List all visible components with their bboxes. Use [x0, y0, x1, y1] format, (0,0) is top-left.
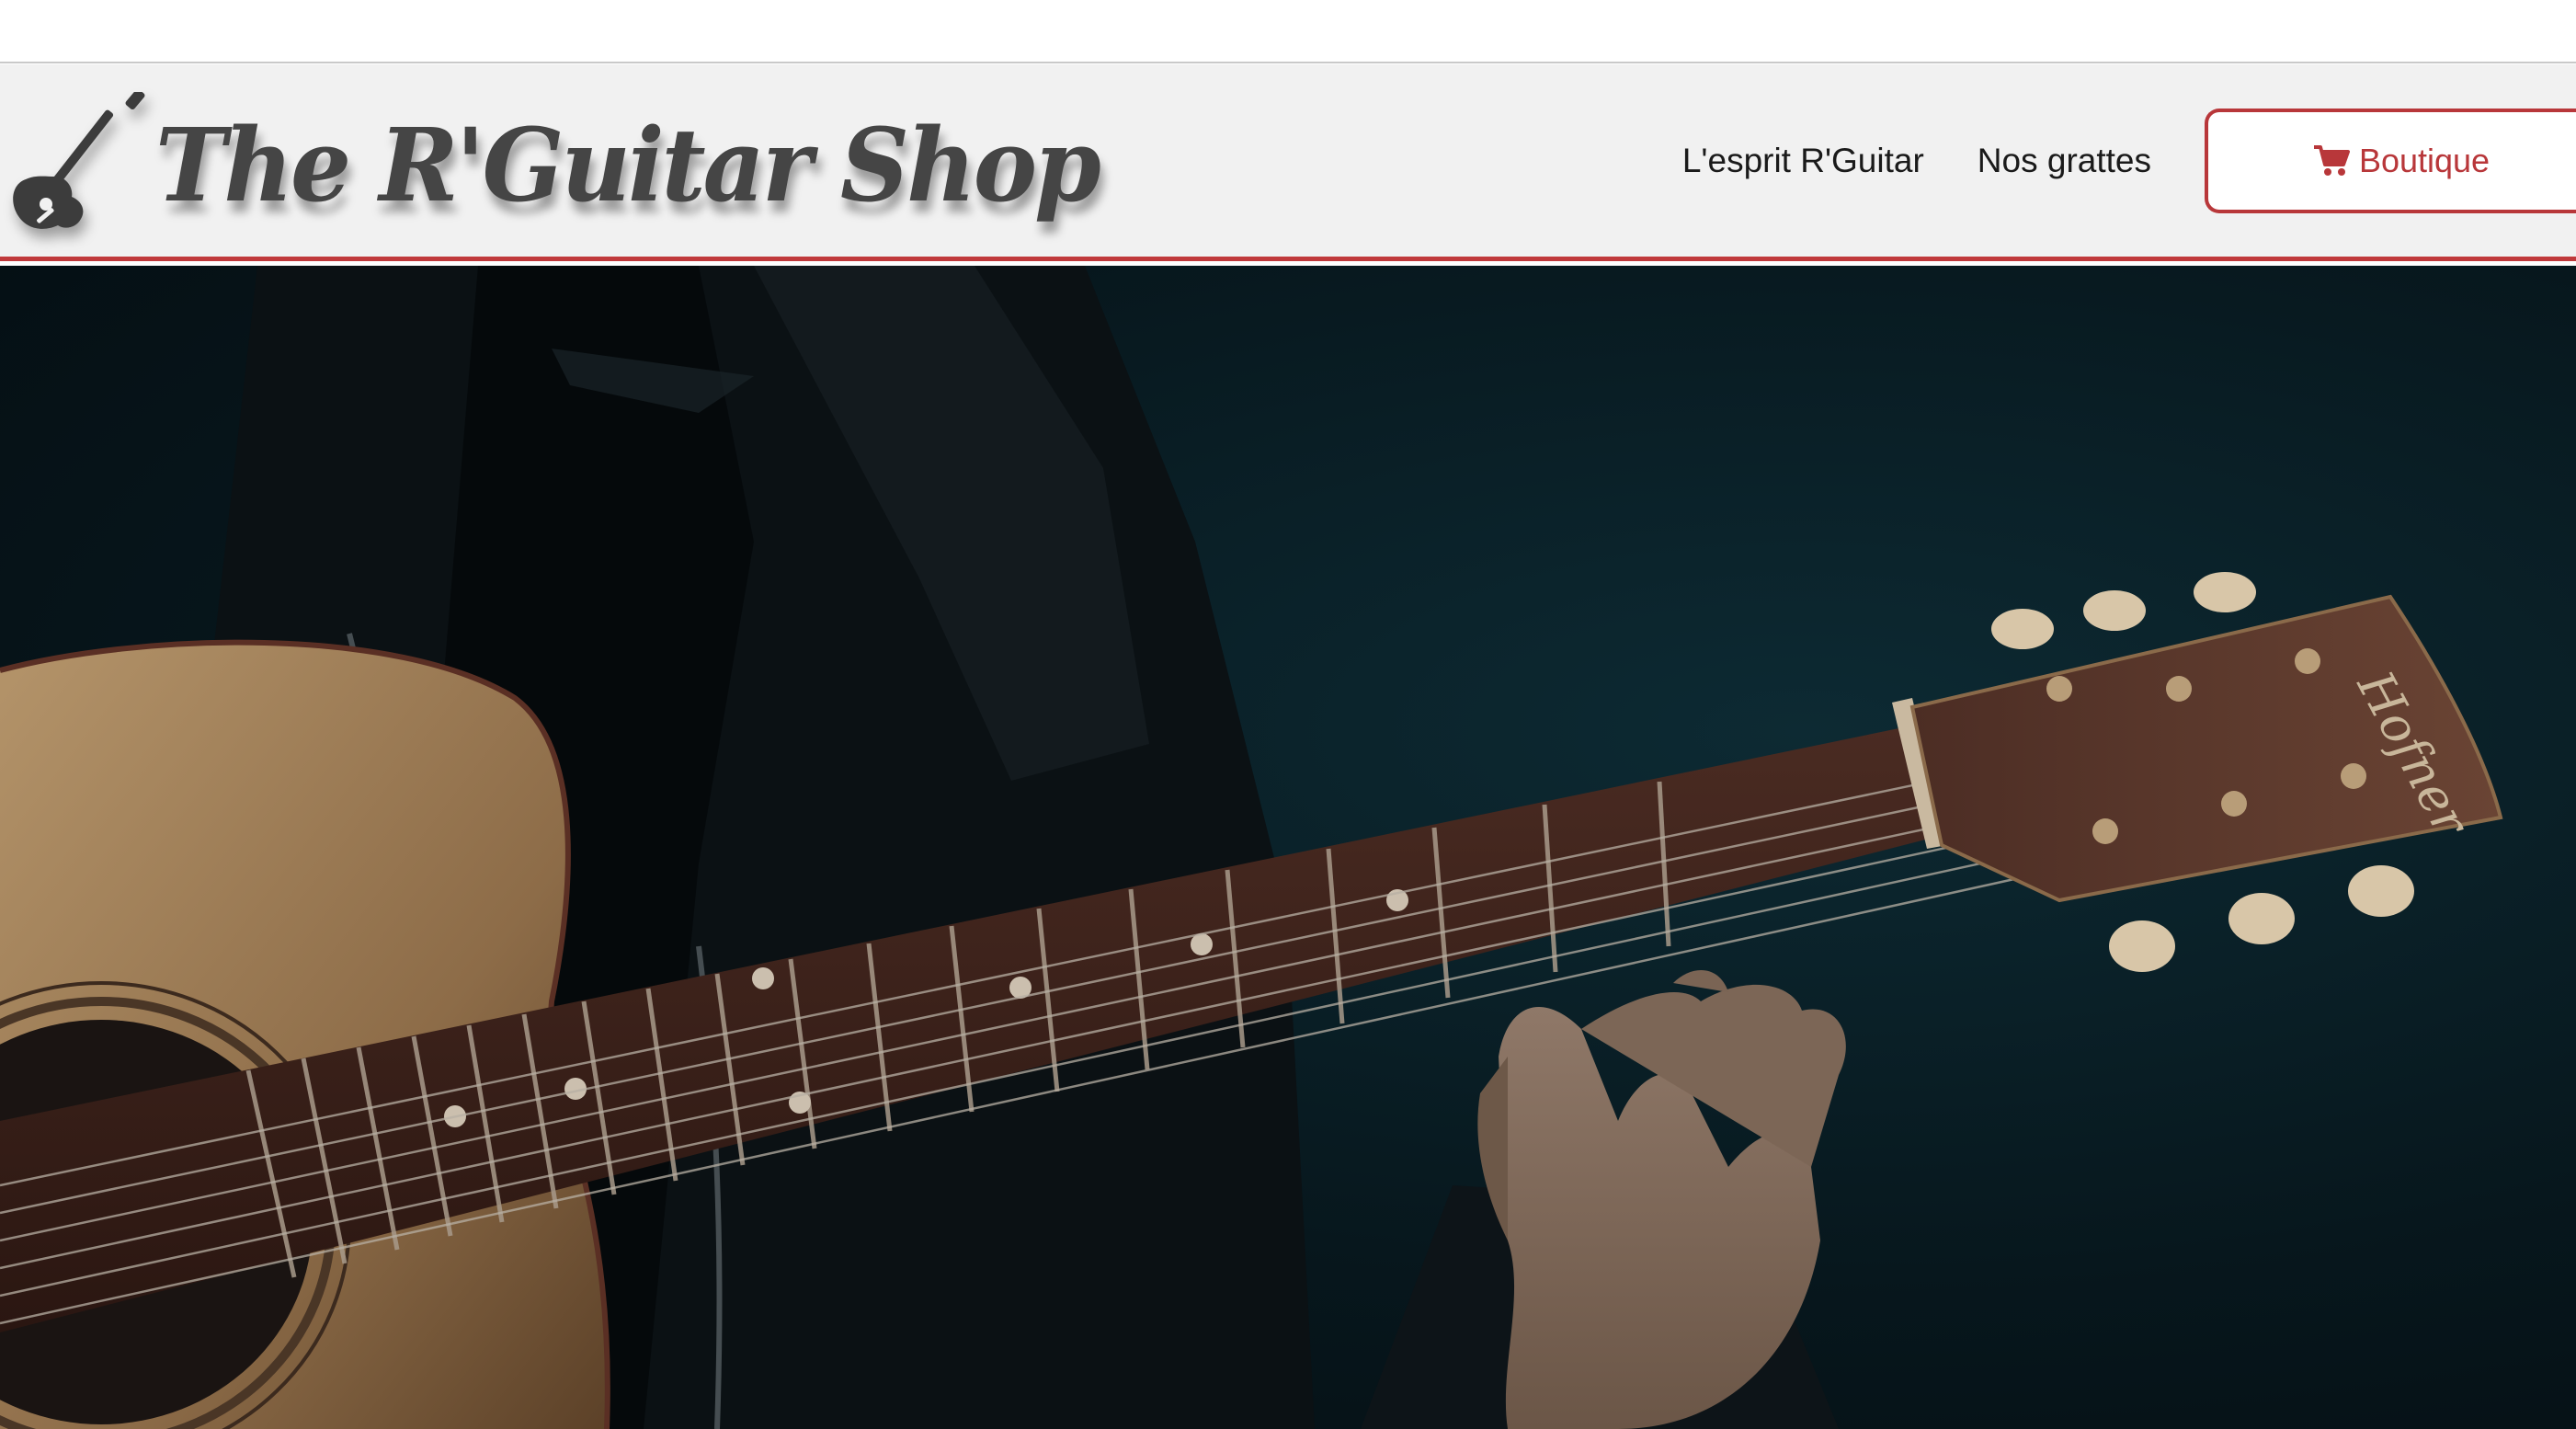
- site-title: The R'Guitar Shop: [155, 105, 1101, 225]
- hero-image: Hofner: [0, 266, 2503, 1429]
- nav-link-esprit[interactable]: L'esprit R'Guitar: [1682, 142, 1924, 180]
- site-header: The R'Guitar Shop L'esprit R'Guitar Nos …: [0, 64, 2576, 261]
- site-logo[interactable]: The R'Guitar Shop: [7, 83, 1101, 248]
- boutique-button[interactable]: Boutique: [2205, 108, 2576, 213]
- browser-top-strip: [0, 0, 2576, 63]
- cart-icon: [2313, 144, 2350, 176]
- nav-link-nos-grattes[interactable]: Nos grattes: [1978, 142, 2151, 180]
- hero-banner: Hofner: [0, 266, 2576, 1429]
- boutique-label: Boutique: [2358, 141, 2491, 179]
- main-nav: L'esprit R'Guitar Nos grattes Boutique: [1682, 64, 2576, 257]
- guitar-icon: [13, 92, 145, 229]
